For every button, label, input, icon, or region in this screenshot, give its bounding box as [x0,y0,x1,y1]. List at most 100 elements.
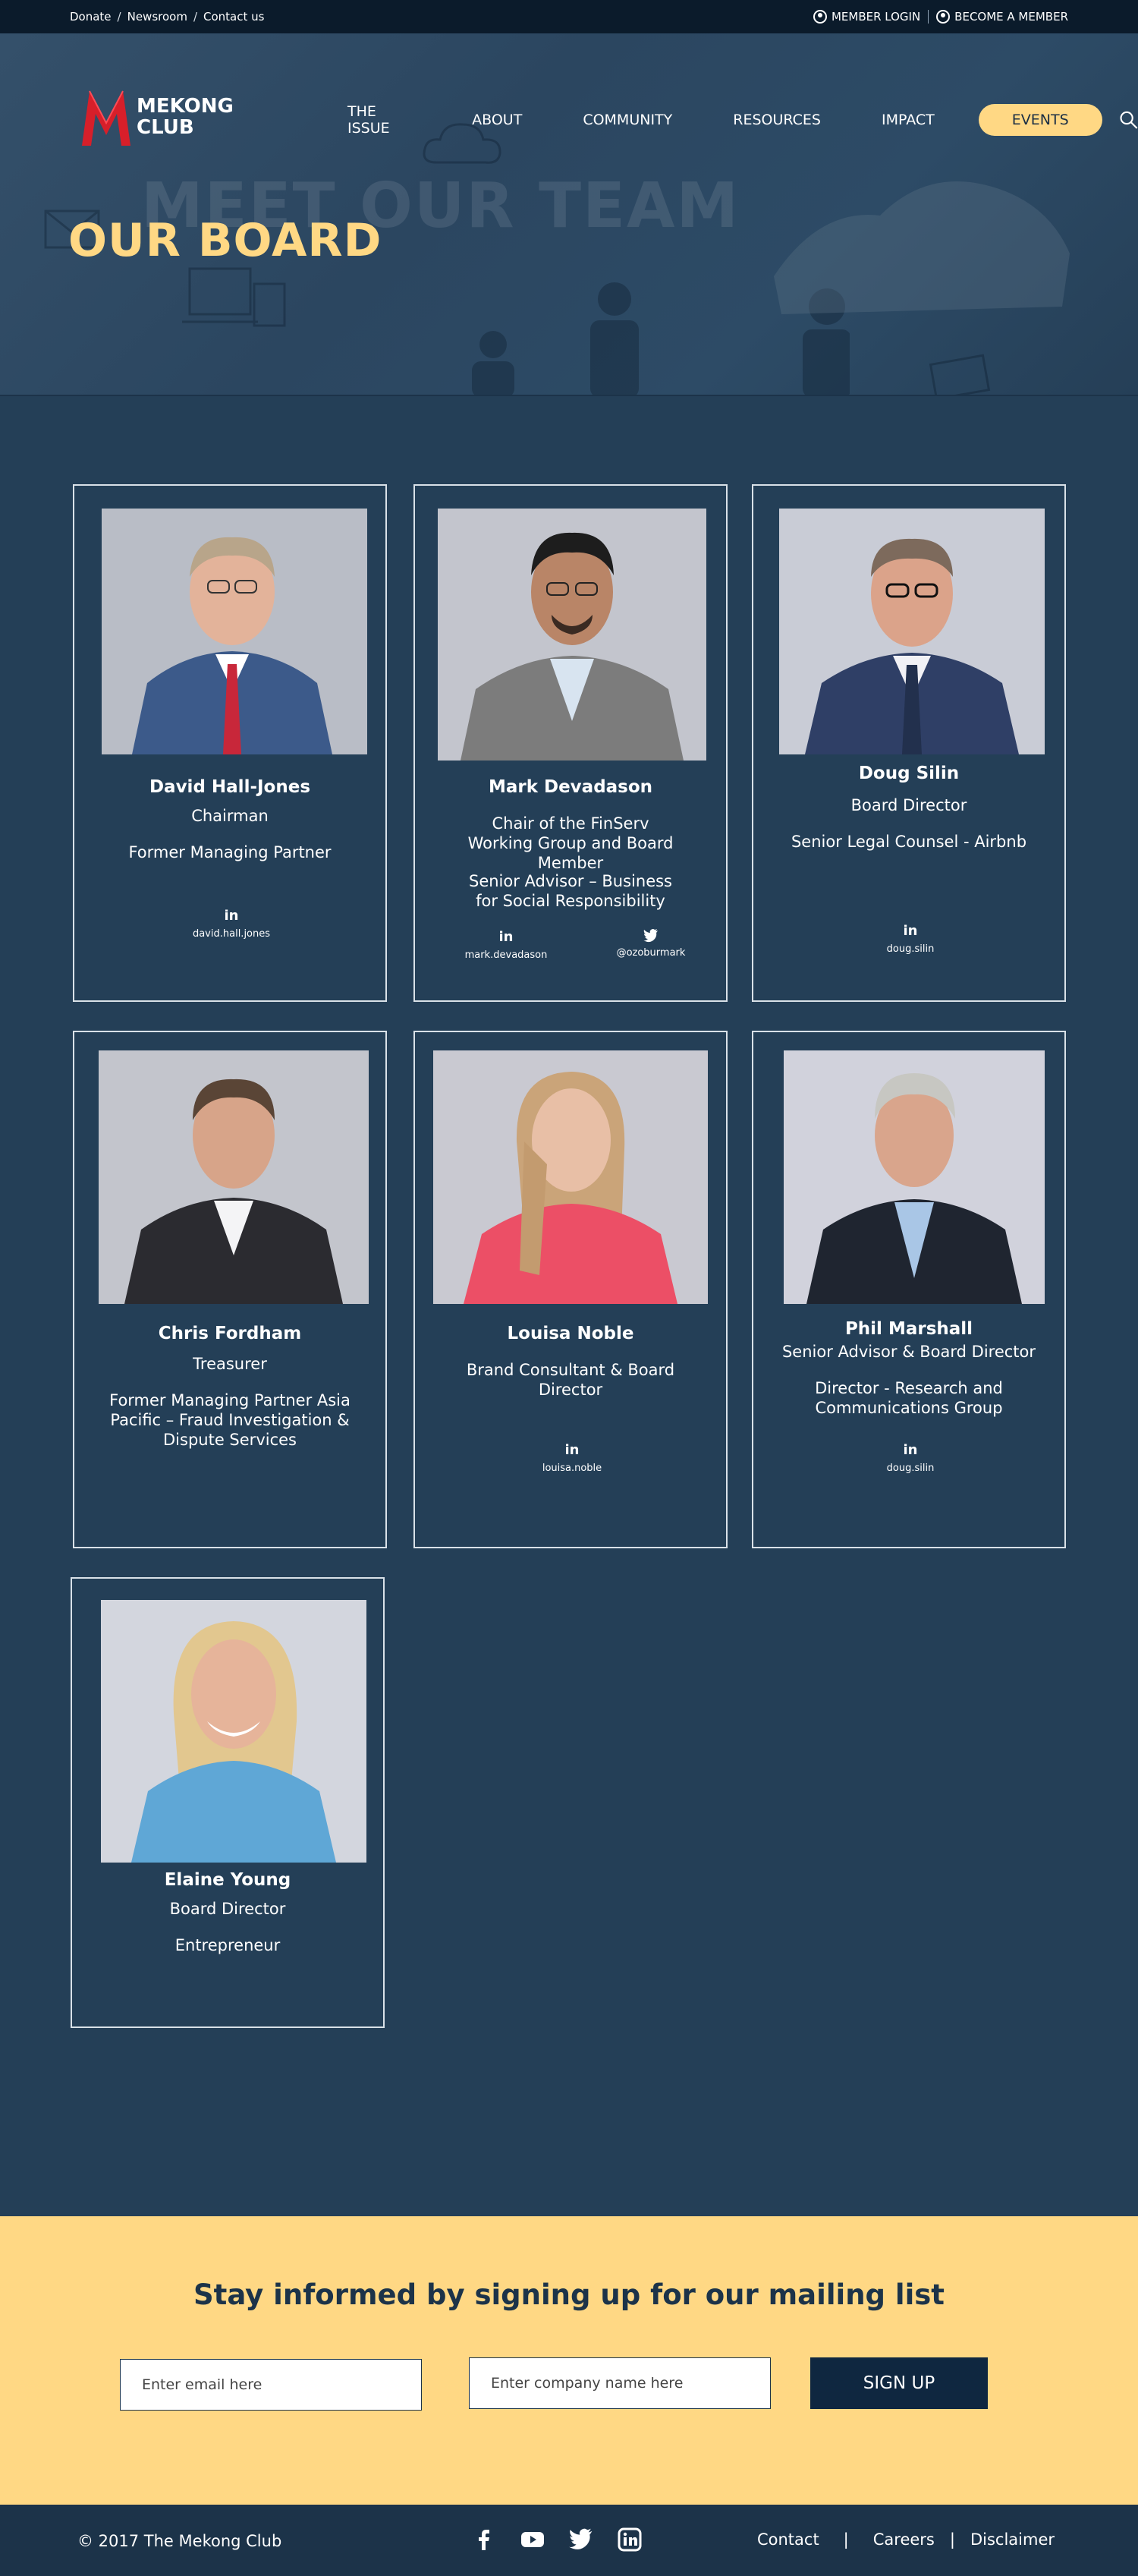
newsroom-link[interactable]: Newsroom [127,10,187,24]
signup-heading: Stay informed by signing up for our mail… [193,2278,945,2311]
background-doodle-laptop [182,267,286,327]
board-member-card: Mark Devadason Chair of the FinServ Work… [413,484,728,1002]
divider [928,10,929,24]
email-field[interactable]: Enter email here [120,2359,422,2411]
member-detail: Director - Research and Communications G… [815,1379,1003,1417]
footer-careers-link[interactable]: Careers [873,2530,935,2549]
member-name: Mark Devadason [488,777,653,797]
linkedin-link[interactable]: in david.hall.jones [156,908,307,940]
logo-line-1: MEKONG [137,95,234,118]
member-name: Louisa Noble [507,1324,634,1343]
board-member-card: Chris Fordham Treasurer Former Managing … [73,1031,387,1548]
nav-the-issue[interactable]: THE ISSUE [347,103,411,137]
linkedin-icon: in [564,1442,580,1458]
member-name: Chris Fordham [158,1324,302,1343]
mekong-logo-icon [82,90,130,146]
member-role: Board Director [169,1900,286,1918]
twitter-icon [643,929,658,943]
logo-text: MEKONG CLUB [137,96,234,138]
member-role: Senior Advisor & Board Director [781,1343,1036,1361]
account-links: MEMBER LOGIN BECOME A MEMBER [813,10,1068,24]
linkedin-icon: in [224,908,239,924]
linkedin-handle: mark.devadason [464,949,548,961]
member-detail: Former Managing Partner [128,843,332,861]
member-detail: Senior Advisor – Business for Social Res… [468,872,673,910]
footer-disclaimer-link[interactable]: Disclaimer [970,2530,1055,2549]
member-photo [438,509,706,761]
linkedin-handle: doug.silin [886,943,935,955]
member-role: Chair of the FinServ Working Group and B… [467,814,674,872]
linkedin-icon: in [903,923,918,939]
footer-contact-link[interactable]: Contact [757,2530,819,2549]
member-photo [102,509,367,754]
company-name-field[interactable]: Enter company name here [469,2357,771,2409]
separator: / [193,10,198,24]
board-member-card: Louisa Noble Brand Consultant & Board Di… [413,1031,728,1548]
member-role: Treasurer [193,1355,267,1373]
sign-up-button[interactable]: SIGN UP [810,2357,988,2409]
footer-links: Contact | Careers | Disclaimer [757,2530,1055,2549]
separator: / [117,10,121,24]
utility-bar: Donate / Newsroom / Contact us MEMBER LO… [0,0,1138,33]
user-icon [813,10,827,24]
background-doodle-hands [774,181,1070,314]
linkedin-handle: david.hall.jones [192,928,271,940]
contact-us-link[interactable]: Contact us [203,10,264,24]
twitter-link[interactable]: @ozoburmark [602,929,700,959]
member-detail: Former Managing Partner Asia Pacific – F… [109,1391,351,1449]
separator: | [843,2530,849,2549]
member-photo [433,1050,708,1304]
linkedin-link[interactable]: in doug.silin [835,1442,986,1474]
main-nav: THE ISSUE ABOUT COMMUNITY RESOURCES IMPA… [347,103,1138,137]
nav-community[interactable]: COMMUNITY [583,112,672,128]
nav-about[interactable]: ABOUT [472,112,522,128]
member-role: Board Director [850,796,967,814]
twitter-handle: @ozoburmark [616,947,686,959]
linkedin-icon: in [498,929,514,945]
member-photo [101,1600,366,1863]
donate-link[interactable]: Donate [70,10,112,24]
twitter-icon[interactable] [569,2527,593,2552]
become-member-label: BECOME A MEMBER [954,10,1068,24]
site-logo[interactable]: MEKONG CLUB [79,85,234,149]
linkedin-handle: louisa.noble [542,1463,602,1474]
member-photo [99,1050,369,1304]
member-login-label: MEMBER LOGIN [831,10,921,24]
member-role: Chairman [191,807,269,825]
board-member-card: David Hall-Jones Chairman Former Managin… [73,484,387,1002]
member-detail: Senior Legal Counsel - Airbnb [791,833,1027,851]
board-member-card: Doug Silin Board Director Senior Legal C… [752,484,1066,1002]
footer-social-links [472,2527,642,2552]
member-photo [784,1050,1045,1304]
youtube-icon[interactable] [520,2527,545,2552]
member-login-link[interactable]: MEMBER LOGIN [813,10,920,24]
linkedin-link[interactable]: in doug.silin [835,923,986,955]
linkedin-icon[interactable] [618,2527,642,2552]
hero-banner: MEET OUR TEAM OUR BOARD MEKONG CLUB THE … [0,33,1138,396]
member-name: David Hall-Jones [149,777,311,797]
background-doodle-clipboard [929,354,991,395]
page-title: OUR BOARD [68,214,382,267]
linkedin-handle: doug.silin [886,1463,935,1474]
member-role: Brand Consultant & Board Director [466,1361,675,1399]
linkedin-link[interactable]: in louisa.noble [496,1442,648,1474]
facebook-icon[interactable] [472,2527,496,2552]
search-icon[interactable] [1119,109,1138,131]
user-icon [936,10,951,24]
become-member-link[interactable]: BECOME A MEMBER [936,10,1068,24]
nav-resources[interactable]: RESOURCES [733,112,821,128]
board-member-card: Phil Marshall Senior Advisor & Board Dir… [752,1031,1066,1548]
nav-impact[interactable]: IMPACT [882,112,935,128]
events-button[interactable]: EVENTS [978,104,1102,136]
logo-line-2: CLUB [137,116,194,139]
copyright: © 2017 The Mekong Club [77,2532,282,2550]
member-photo [779,509,1045,754]
site-footer: © 2017 The Mekong Club Contact | Careers… [0,2505,1138,2576]
linkedin-link[interactable]: in mark.devadason [453,929,559,961]
separator: | [949,2530,955,2549]
board-member-card: Elaine Young Board Director Entrepreneur [71,1577,385,2028]
linkedin-icon: in [903,1442,918,1458]
member-detail: Entrepreneur [174,1936,281,1954]
utility-links: Donate / Newsroom / Contact us [70,10,264,24]
member-name: Phil Marshall [844,1319,973,1339]
